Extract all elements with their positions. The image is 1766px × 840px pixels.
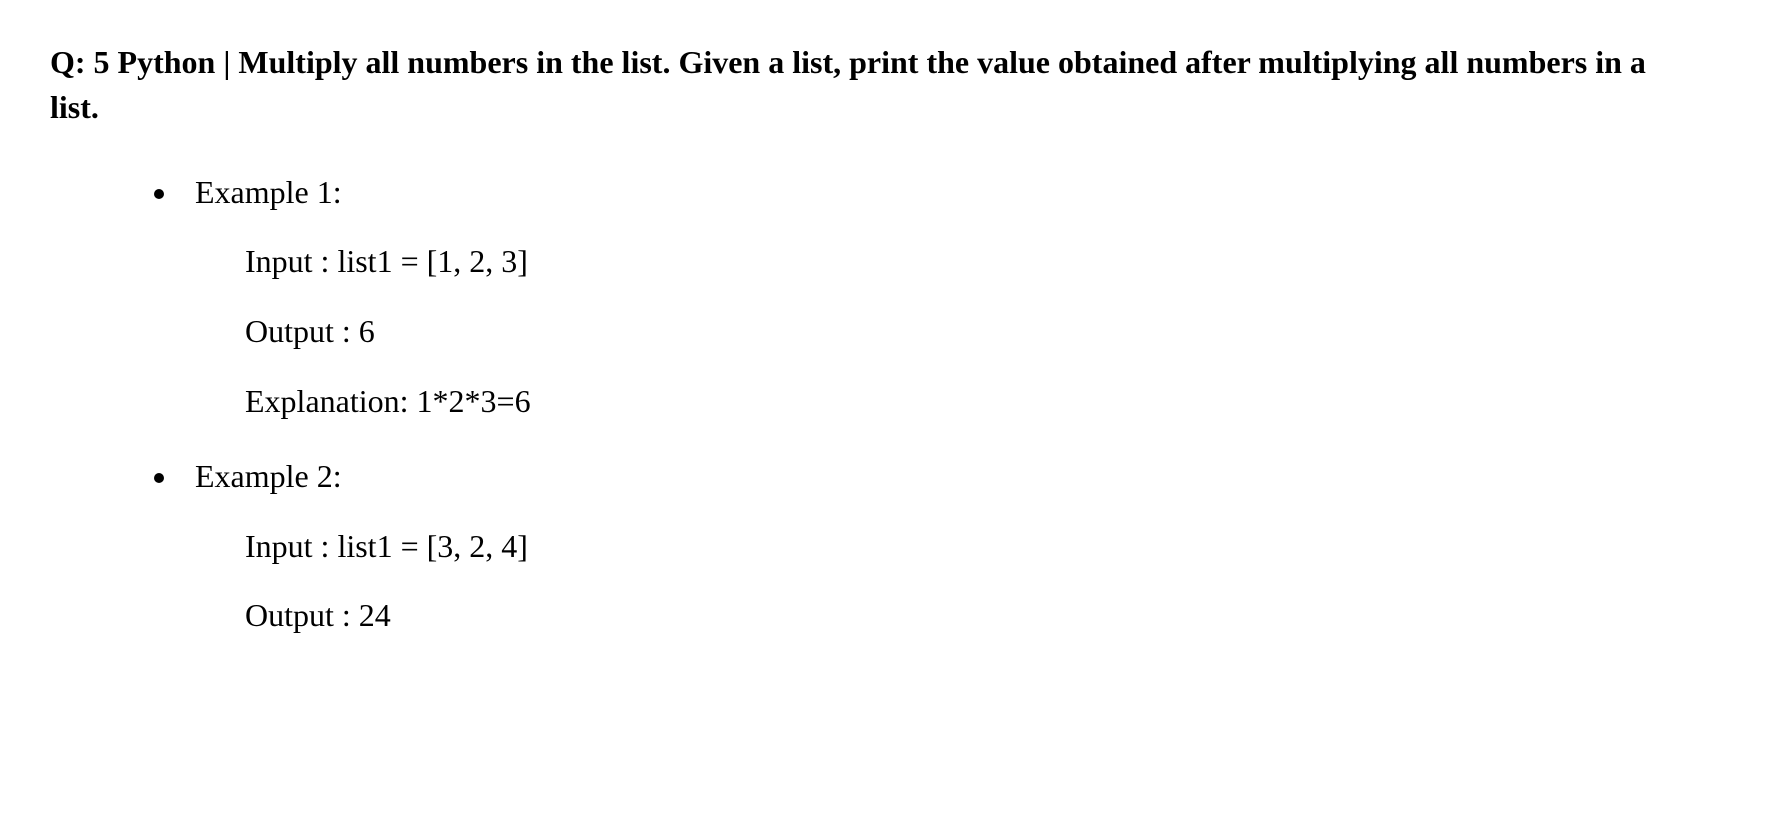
- example-output: Output : 6: [245, 309, 1716, 354]
- example-details: Input : list1 = [3, 2, 4] Output : 24: [195, 524, 1716, 639]
- example-list: Example 1: Input : list1 = [1, 2, 3] Out…: [50, 170, 1716, 639]
- question-title: Q: 5 Python | Multiply all numbers in th…: [50, 40, 1650, 130]
- example-label: Example 2:: [195, 454, 1716, 499]
- list-item: Example 1: Input : list1 = [1, 2, 3] Out…: [180, 170, 1716, 424]
- example-details: Input : list1 = [1, 2, 3] Output : 6 Exp…: [195, 239, 1716, 423]
- example-label: Example 1:: [195, 170, 1716, 215]
- example-explanation: Explanation: 1*2*3=6: [245, 379, 1716, 424]
- example-output: Output : 24: [245, 593, 1716, 638]
- list-item: Example 2: Input : list1 = [3, 2, 4] Out…: [180, 454, 1716, 638]
- example-input: Input : list1 = [1, 2, 3]: [245, 239, 1716, 284]
- example-input: Input : list1 = [3, 2, 4]: [245, 524, 1716, 569]
